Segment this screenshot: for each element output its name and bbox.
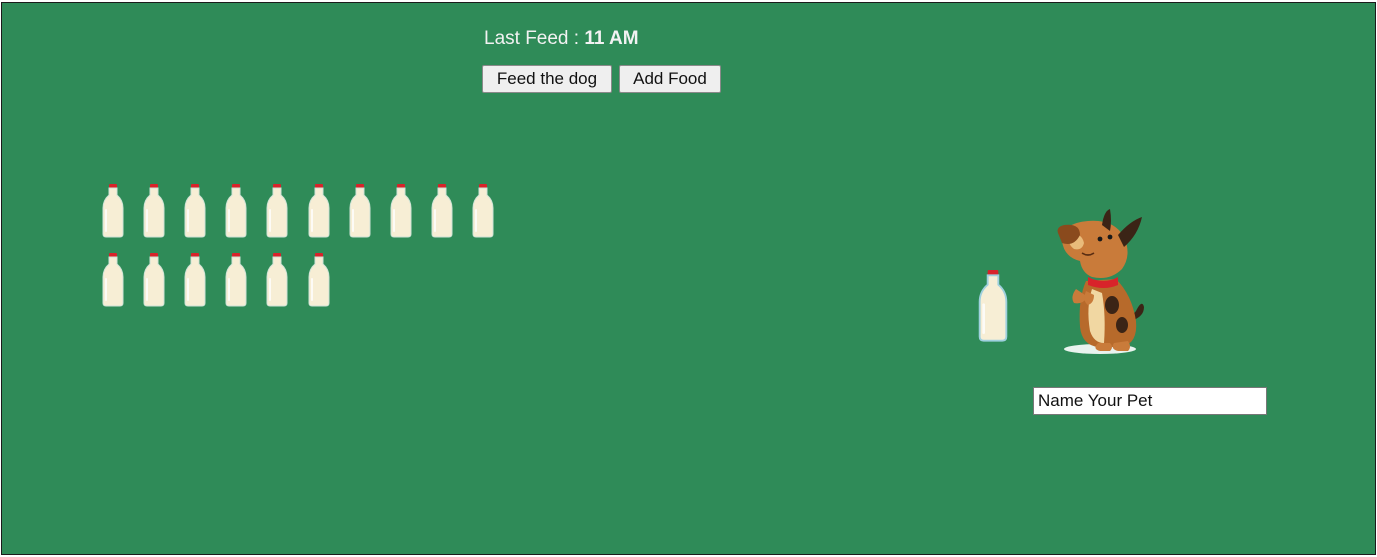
milk-bottle-icon bbox=[102, 184, 124, 238]
milk-bottle-icon bbox=[308, 184, 329, 238]
milk-bottle-icon bbox=[143, 184, 165, 238]
milk-bottle-icon bbox=[349, 184, 371, 238]
milk-bottle-icon bbox=[143, 253, 165, 307]
milk-bottle-icon bbox=[225, 253, 247, 307]
game-canvas: Last Feed : 11 AM Feed the dog Add Food bbox=[1, 2, 1376, 555]
milk-bottle-icon bbox=[390, 184, 412, 238]
pet-name-input[interactable] bbox=[1033, 387, 1267, 415]
milk-bottle-icon bbox=[266, 253, 288, 307]
milk-bottle-icon bbox=[184, 253, 206, 307]
milk-bottle-icon bbox=[266, 184, 288, 238]
milk-bottle-icon bbox=[472, 184, 494, 238]
milk-bottle-icon bbox=[308, 253, 329, 307]
milk-bottle-icon bbox=[431, 184, 453, 238]
milk-bottle-icon bbox=[184, 184, 206, 238]
milk-bottle-icon bbox=[102, 253, 124, 307]
food-stock bbox=[2, 3, 1375, 554]
milk-bottle-icon bbox=[225, 184, 247, 238]
milk-bottle-icon bbox=[978, 270, 1008, 342]
dog-icon bbox=[1057, 209, 1144, 354]
